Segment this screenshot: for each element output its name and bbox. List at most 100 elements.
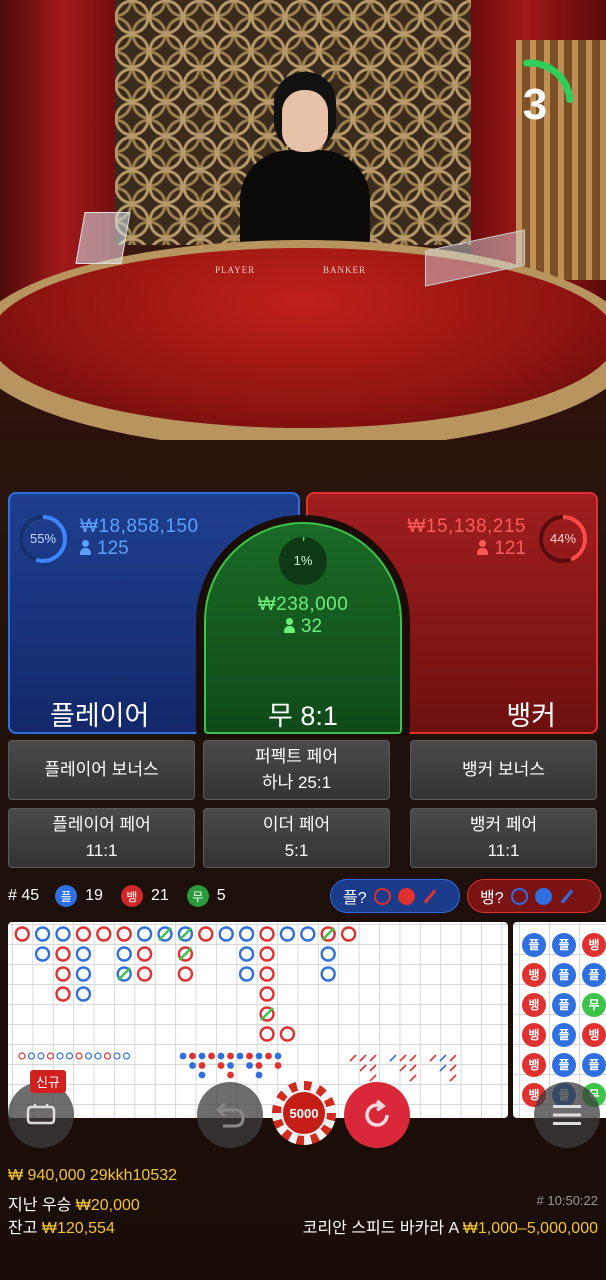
small-road-preview-icon — [534, 887, 552, 905]
player-ask-button[interactable]: 플? — [330, 879, 460, 913]
big-road-mark — [320, 966, 336, 982]
big-road-mark — [259, 946, 275, 962]
side-bet-perfect-pair[interactable]: 퍼펙트 페어 하나 25:1 — [203, 740, 390, 800]
user-icon — [283, 618, 295, 633]
chip-value: 5000 — [281, 1090, 327, 1136]
balance-amount: ₩120,554 — [41, 1220, 115, 1237]
bead-road-mark: 뱅 — [582, 933, 606, 957]
side-bet-banker-bonus[interactable]: 뱅커 보너스 — [410, 740, 597, 800]
tie-wins-badge: 무 — [186, 885, 209, 907]
bead-road-mark: 플 — [552, 933, 576, 957]
big-eye-mark — [37, 1052, 45, 1060]
cockroach-mark — [429, 1054, 437, 1062]
big-road-mark — [75, 986, 92, 1002]
player-total-amount: ₩18,858,150 — [80, 516, 199, 537]
account-info: ₩ 940,000 29kkh10532 — [8, 1167, 178, 1184]
big-road-mark — [320, 946, 336, 962]
small-road-mark — [217, 1052, 225, 1060]
table-felt — [0, 248, 606, 428]
cockroach-mark — [369, 1054, 377, 1062]
big-road-mark — [55, 966, 71, 982]
small-road-mark — [198, 1052, 206, 1060]
big-eye-mark — [122, 1052, 131, 1060]
tie-percent-ring: 1% — [278, 536, 328, 586]
big-eye-mark — [94, 1052, 102, 1060]
big-road-mark — [116, 946, 132, 962]
big-road-mark — [75, 926, 92, 942]
small-road-mark — [227, 1052, 234, 1060]
small-road-mark — [274, 1052, 282, 1060]
menu-button[interactable] — [534, 1082, 600, 1148]
big-road-scoreboard[interactable] — [8, 922, 508, 1118]
table-label-player: PLAYER — [215, 265, 256, 275]
chip-selector[interactable]: 5000 — [272, 1081, 336, 1145]
cockroach-mark — [449, 1064, 457, 1072]
big-road-mark — [96, 926, 112, 942]
bead-road-mark: 플 — [522, 933, 546, 957]
big-road-mark — [136, 966, 153, 982]
big-road-mark — [75, 946, 92, 962]
small-road-mark — [246, 1052, 253, 1060]
cockroach-mark — [369, 1074, 377, 1082]
round-count: # 45 — [8, 887, 40, 904]
player-bettor-count-value: 125 — [97, 538, 129, 559]
side-bet-player-bonus[interactable]: 플레이어 보너스 — [8, 740, 195, 800]
side-bet-label: 플레이어 보너스 — [44, 760, 159, 779]
bead-road-mark: 플 — [552, 1023, 576, 1047]
tie-bettor-count: 32 — [206, 616, 400, 638]
small-road-mark — [236, 1052, 244, 1060]
big-road-mark — [259, 926, 275, 942]
bead-road-mark: 플 — [552, 963, 576, 987]
undo-icon — [215, 1102, 245, 1128]
big-road-mark — [238, 966, 255, 982]
big-eye-mark — [113, 1052, 121, 1060]
side-bet-label: 뱅커 보너스 — [462, 760, 545, 779]
bead-road-mark: 뱅 — [522, 993, 546, 1017]
cockroach-mark — [409, 1054, 417, 1062]
small-road-mark — [274, 1062, 282, 1069]
side-bet-either-pair[interactable]: 이더 페어 5:1 — [203, 808, 390, 868]
cockroach-mark — [369, 1064, 377, 1072]
big-road-mark — [198, 926, 214, 942]
big-eye-mark — [103, 1052, 112, 1060]
small-road-mark — [189, 1052, 196, 1060]
small-road-mark — [255, 1052, 263, 1060]
big-road-mark — [75, 966, 92, 982]
countdown-value: 3 — [522, 80, 548, 129]
cockroach-mark — [449, 1054, 457, 1062]
small-road-mark — [255, 1062, 263, 1069]
banker-ask-label: 뱅? — [480, 890, 504, 907]
countdown-timer: 3 — [486, 55, 576, 147]
big-road-mark — [116, 926, 132, 942]
big-road-mark — [55, 946, 71, 962]
repeat-bet-button[interactable] — [344, 1082, 410, 1148]
bead-road-mark: 뱅 — [522, 963, 546, 987]
big-road-mark — [34, 946, 51, 962]
big-road-mark — [259, 986, 275, 1002]
big-road-mark — [340, 926, 357, 942]
small-road-mark — [246, 1062, 253, 1069]
big-eye-mark — [65, 1052, 74, 1060]
side-bet-label: 플레이어 페어 — [52, 815, 151, 834]
cockroach-mark — [409, 1074, 417, 1082]
round-id: # 10:50:22 — [536, 1193, 598, 1208]
bet-spot-tie[interactable]: 1% ₩238,000 32 무 8:1 — [204, 522, 402, 734]
last-win: 지난 우승 ₩20,000 — [8, 1191, 140, 1215]
small-road-mark — [255, 1071, 263, 1079]
cockroach-preview-icon — [560, 888, 573, 904]
bead-road-mark: 플 — [582, 963, 606, 987]
player-percent-ring: 55% — [18, 514, 68, 564]
big-road-mark — [55, 926, 71, 942]
player-bettor-count: 125 — [80, 538, 129, 560]
side-bet-banker-pair[interactable]: 뱅커 페어 11:1 — [410, 808, 597, 868]
table-label-banker: BANKER — [323, 265, 367, 275]
banker-ask-button[interactable]: 뱅? — [467, 879, 601, 913]
round-stats: # 45 플 19 뱅 21 무 5 — [8, 880, 328, 912]
big-road-mark — [136, 946, 153, 962]
tie-bettor-count-value: 32 — [300, 616, 323, 637]
side-bet-payout: 5:1 — [284, 841, 309, 860]
big-road-mark — [55, 986, 71, 1002]
undo-button[interactable] — [197, 1082, 263, 1148]
big-eye-mark — [27, 1052, 36, 1060]
side-bet-player-pair[interactable]: 플레이어 페어 11:1 — [8, 808, 195, 868]
